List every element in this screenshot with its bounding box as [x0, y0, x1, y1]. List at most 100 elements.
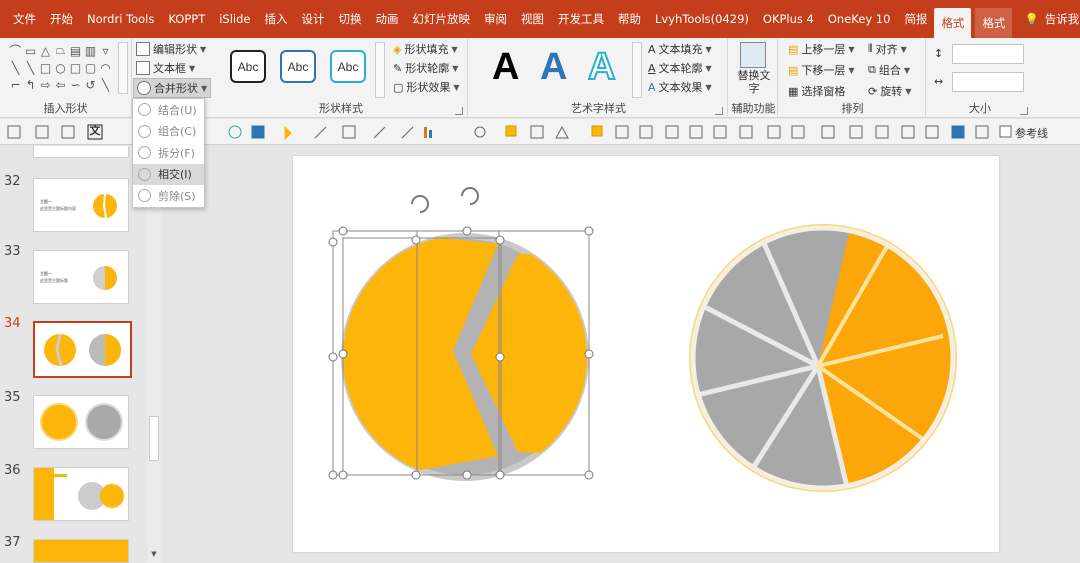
line-shape-icon[interactable]: ╲	[8, 59, 23, 76]
shape-outline-button[interactable]: ✎ 形状轮廓 ▼	[393, 60, 458, 76]
tab-1[interactable]: 开始	[43, 0, 80, 38]
scribble-icon[interactable]: ╲	[98, 76, 113, 93]
shape-style-blue[interactable]: Abc	[280, 50, 316, 83]
tab-12[interactable]: 开发工具	[551, 0, 611, 38]
dialog-launcher-icon[interactable]	[1020, 107, 1028, 115]
text-effects-button[interactable]: A 文本效果 ▼	[648, 79, 712, 95]
merge-menu-item-0[interactable]: 结合(U)	[133, 99, 204, 121]
trapezoid-shape-icon[interactable]: ⏢	[53, 42, 68, 59]
rectangle-shape-icon[interactable]: ▭	[23, 42, 38, 59]
dialog-launcher-icon[interactable]	[715, 107, 723, 115]
wordart-blue[interactable]: A	[540, 46, 567, 89]
tab-7[interactable]: 切换	[332, 0, 369, 38]
arc-shape-icon[interactable]: ◠	[98, 59, 113, 76]
guide-lines-label[interactable]: 参考线	[1015, 125, 1048, 141]
vertical-text-icon[interactable]: ▥	[83, 42, 98, 59]
slide-thumbnail-37[interactable]	[33, 539, 129, 563]
shape-fill-button[interactable]: ◈ 形状填充 ▼	[393, 41, 458, 57]
tab-9[interactable]: 幻灯片放映	[406, 0, 478, 38]
slide-thumbnail-36[interactable]	[33, 467, 129, 521]
merge-menu-item-3[interactable]: 相交(I)	[133, 163, 204, 185]
shape-gallery[interactable]: ⌒ ▭ △ ⏢ ▤ ▥ ▿ ╲ ╲ □ ○ □ ▢ ◠ ⌐ ↰ ⇨ ⇦ ∽ ↺ ╲	[8, 42, 118, 93]
more-shapes-icon[interactable]: ▿	[98, 42, 113, 59]
text-outline-button[interactable]: A 文本轮廓 ▼	[648, 60, 712, 76]
tab-19[interactable]: 格式	[975, 8, 1013, 38]
insert-shapes-group: ⌒ ▭ △ ⏢ ▤ ▥ ▿ ╲ ╲ □ ○ □ ▢ ◠ ⌐ ↰ ⇨ ⇦ ∽ ↺ ╲ 插入形状	[0, 38, 132, 118]
tab-6[interactable]: 设计	[295, 0, 332, 38]
chevron-down-icon: ▼	[453, 82, 460, 92]
tab-15[interactable]: OKPlus 4	[756, 0, 821, 38]
slide-thumbnail-33[interactable]: 主题一 这里是主题标题	[33, 250, 129, 304]
wordart-scroll[interactable]	[632, 42, 642, 98]
tab-0[interactable]: 文件	[6, 0, 43, 38]
slide-panel-scrollbar[interactable]: ▼	[147, 146, 161, 563]
slide-canvas[interactable]	[293, 156, 999, 552]
shape-style-teal[interactable]: Abc	[330, 50, 366, 83]
tab-4[interactable]: iSlide	[212, 0, 257, 38]
size-group: ↕ ↔ 大小	[928, 38, 1032, 118]
shape-gallery-scroll[interactable]	[118, 42, 128, 94]
round-rect-icon[interactable]: ▢	[83, 59, 98, 76]
tab-17[interactable]: 简报	[897, 0, 934, 38]
tab-13[interactable]: 帮助	[611, 0, 648, 38]
tab-16[interactable]: OneKey 10	[821, 0, 898, 38]
square-shape-icon[interactable]: □	[68, 59, 83, 76]
merge-shapes-button[interactable]: 合并形状 ▼	[133, 78, 212, 98]
scrollbar-thumb[interactable]	[149, 416, 159, 461]
right-arrow-icon[interactable]: ⇨	[38, 76, 53, 93]
selection-pane-button[interactable]: ▦ 选择窗格	[788, 83, 845, 99]
bring-forward-button[interactable]: ▤ 上移一层 ▼	[788, 41, 855, 57]
left-arrow-icon[interactable]: ⇦	[53, 76, 68, 93]
wordart-black[interactable]: A	[492, 46, 519, 89]
merge-shapes-menu: 结合(U) 组合(C) 拆分(F) 相交(I) 剪除(S)	[132, 98, 205, 208]
merge-menu-item-1[interactable]: 组合(C)	[133, 121, 204, 143]
slide-thumbnail-35[interactable]	[33, 395, 129, 449]
send-backward-button[interactable]: ▤ 下移一层 ▼	[788, 62, 855, 78]
slide-34-content	[328, 187, 957, 492]
bent-arrow-icon[interactable]: ↰	[23, 76, 38, 93]
text-format-button[interactable]: 文	[88, 124, 102, 138]
oval-shape-icon[interactable]: ○	[53, 59, 68, 76]
bring-forward-icon: ▤	[788, 42, 799, 56]
slide-thumbnail-32[interactable]: 主题一 这里是主题标题内容	[33, 178, 129, 232]
tab-10[interactable]: 审阅	[477, 0, 514, 38]
merge-menu-item-4[interactable]: 剪除(S)	[133, 185, 204, 207]
width-input[interactable]	[952, 72, 1024, 92]
textbox-shape-icon[interactable]: ▤	[68, 42, 83, 59]
merge-menu-item-2[interactable]: 拆分(F)	[133, 142, 204, 164]
merge-option-icon	[138, 189, 151, 203]
curve-shape-icon[interactable]: ⌒	[8, 42, 23, 59]
slide-thumbnail-31-partial[interactable]	[33, 146, 129, 158]
diagonal-line-icon[interactable]: ╲	[23, 59, 38, 76]
edit-shape-button[interactable]: 编辑形状 ▼	[136, 41, 206, 57]
freeform-icon[interactable]: ∽	[68, 76, 83, 93]
tell-me-search[interactable]: 💡 告诉我	[1024, 11, 1079, 27]
shape-style-black[interactable]: Abc	[230, 50, 266, 83]
text-fill-button[interactable]: A 文本填充 ▼	[648, 41, 712, 57]
elbow-connector-icon[interactable]: ⌐	[8, 76, 23, 93]
curved-shape-icon[interactable]: ↺	[83, 76, 98, 93]
align-button[interactable]: ⫴ 对齐 ▼	[868, 41, 907, 57]
tab-18[interactable]: 格式	[934, 8, 972, 38]
tab-14[interactable]: LvyhTools(0429)	[648, 0, 756, 38]
alt-text-button[interactable]: 替换文字	[734, 69, 774, 95]
dialog-launcher-icon[interactable]	[455, 107, 463, 115]
wordart-outline[interactable]: A	[587, 45, 616, 89]
shape-effects-button[interactable]: ▢ 形状效果 ▼	[393, 79, 460, 95]
shape-style-scroll[interactable]	[375, 42, 385, 98]
slide-thumbnail-34[interactable]	[33, 321, 132, 378]
tab-8[interactable]: 动画	[369, 0, 406, 38]
tab-5[interactable]: 插入	[258, 0, 295, 38]
rect-outline-icon[interactable]: □	[38, 59, 53, 76]
scroll-down-icon[interactable]: ▼	[149, 550, 159, 560]
triangle-shape-icon[interactable]: △	[38, 42, 53, 59]
tab-3[interactable]: KOPPT	[161, 0, 212, 38]
tab-11[interactable]: 视图	[514, 0, 551, 38]
tab-2[interactable]: Nordri Tools	[80, 0, 161, 38]
text-box-button[interactable]: 文本框 ▼	[136, 60, 195, 76]
rotate-button[interactable]: ⟳ 旋转 ▼	[868, 83, 911, 99]
group-button[interactable]: ⧉ 组合 ▼	[868, 62, 910, 78]
shape-outline-label: 形状轮廓	[405, 62, 450, 75]
height-input[interactable]	[952, 44, 1024, 64]
wordart-group: A A A A 文本填充 ▼ A 文本轮廓 ▼ A 文本效果 ▼ 艺术字样式	[470, 38, 728, 118]
